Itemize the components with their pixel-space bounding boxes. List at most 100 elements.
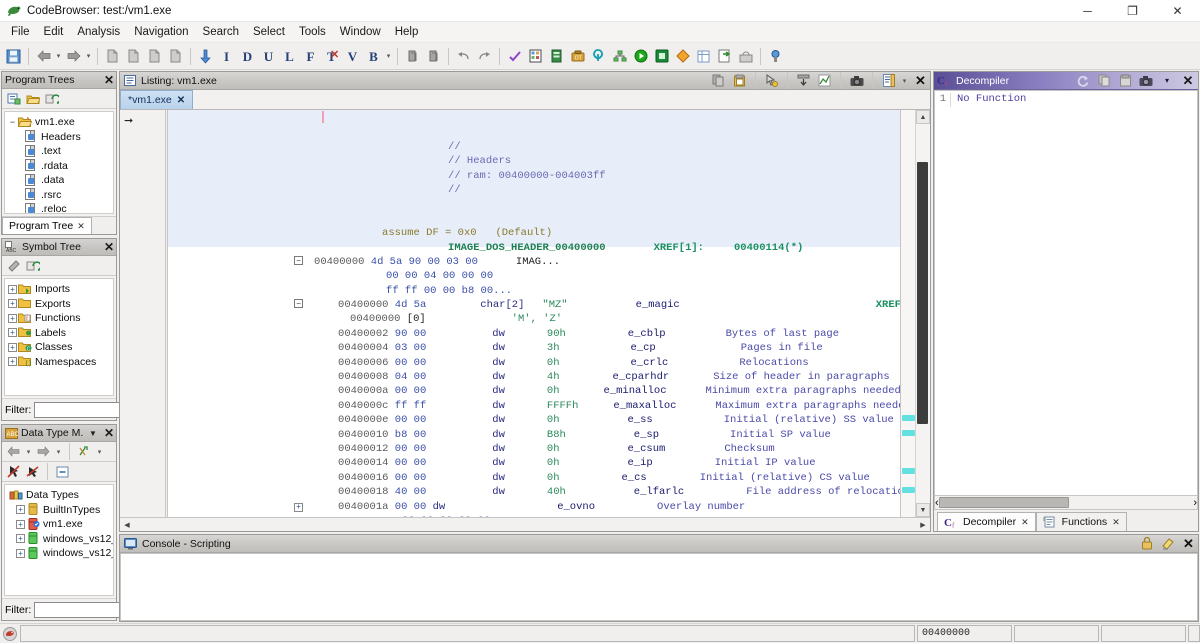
data-type-manager-close-icon[interactable]: ✕ (102, 427, 116, 439)
no-arrays-icon[interactable] (24, 463, 41, 480)
decompiler-menu-dropdown-chevron-down-icon[interactable]: ▾ (1157, 72, 1177, 89)
paste-icon[interactable] (1115, 72, 1135, 89)
menu-search[interactable]: Search (196, 24, 246, 40)
menu-tools[interactable]: Tools (292, 24, 333, 40)
undo-button[interactable] (453, 46, 474, 67)
new-tree-icon[interactable] (5, 90, 22, 107)
tree-item-text[interactable]: .text (5, 144, 113, 159)
create-instruction-button[interactable]: I (216, 46, 237, 67)
tab-decompiler[interactable]: Cf Decompiler ✕ (937, 512, 1036, 531)
diff-nav-icon[interactable] (815, 72, 834, 89)
maximize-button[interactable]: ❐ (1110, 0, 1155, 22)
archive-button[interactable] (735, 46, 756, 67)
paste-icon[interactable] (730, 72, 749, 89)
collapse-icon[interactable] (54, 463, 71, 480)
dt-item-windows-vs12-32[interactable]: + windows_vs12_32 (5, 532, 113, 547)
marker[interactable] (902, 468, 915, 474)
expand-icon[interactable]: + (15, 533, 26, 544)
eraser-icon[interactable] (1158, 535, 1177, 552)
copy-icon[interactable] (1094, 72, 1114, 89)
forward-button[interactable] (63, 46, 84, 67)
bytes-viewer-button[interactable] (546, 46, 567, 67)
symbol-item-exports[interactable]: + Exports (5, 297, 113, 312)
scroll-up-button[interactable]: ▲ (916, 110, 930, 124)
function-graph-button[interactable]: DT (567, 46, 588, 67)
symbol-item-classes[interactable]: + C Classes (5, 340, 113, 355)
no-pointers-icon[interactable] (5, 463, 22, 480)
back-button[interactable] (33, 46, 54, 67)
expand-icon[interactable]: + (7, 298, 18, 309)
listing-close-icon[interactable]: ✕ (911, 72, 930, 89)
cursor-select-icon[interactable] (762, 72, 781, 89)
expand-icon[interactable]: + (7, 356, 18, 367)
tab-close-icon[interactable]: ✕ (1021, 517, 1029, 528)
expand-icon[interactable]: + (7, 284, 18, 295)
rename-icon[interactable] (5, 257, 22, 274)
tree-root-vm1[interactable]: − vm1.exe (5, 115, 113, 130)
redo-button[interactable] (474, 46, 495, 67)
expand-icon[interactable]: + (7, 327, 18, 338)
scroll-thumb[interactable] (917, 162, 928, 424)
program-trees-close-icon[interactable]: ✕ (102, 74, 116, 86)
decompiler-scroll-right-button[interactable]: › (1193, 497, 1197, 509)
menu-file[interactable]: File (4, 24, 37, 40)
tab-program-tree[interactable]: Program Tree ✕ (2, 217, 92, 234)
decompiler-close-icon[interactable]: ✕ (1178, 72, 1198, 89)
listing-vertical-scrollbar[interactable]: ▲ ▼ (916, 110, 930, 517)
open-folder-icon[interactable] (24, 90, 41, 107)
filter-arrows-icon[interactable] (76, 443, 93, 460)
collapse-icon[interactable]: − (7, 117, 18, 128)
select-1-button[interactable] (402, 46, 423, 67)
call-tree-button[interactable] (609, 46, 630, 67)
tab-functions[interactable]: f Functions ✕ (1036, 512, 1127, 531)
decompiler-horizontal-scrollbar[interactable]: ‹ › (935, 495, 1197, 509)
expand-icon[interactable]: + (15, 504, 26, 515)
back-dropdown-chevron-down-icon[interactable]: ▾ (54, 46, 63, 67)
camera-icon[interactable] (1136, 72, 1156, 89)
listing-menu-dropdown-chevron-down-icon[interactable]: ▾ (900, 70, 909, 91)
down-arrow-button[interactable] (195, 46, 216, 67)
symbol-item-functions[interactable]: + f Functions (5, 311, 113, 326)
snapshot-2-button[interactable] (123, 46, 144, 67)
create-data-button[interactable]: D (237, 46, 258, 67)
dt-item-builtintypes[interactable]: + BuiltInTypes (5, 503, 113, 518)
symbol-item-labels[interactable]: + Labels (5, 326, 113, 341)
scroll-left-button[interactable]: ◀ (120, 518, 134, 531)
copy-icon[interactable] (709, 72, 728, 89)
tree-item-reloc[interactable]: .reloc (5, 202, 113, 214)
tree-item-headers[interactable]: Headers (5, 130, 113, 145)
console-output[interactable] (120, 553, 1198, 621)
symbol-tree-view[interactable]: + Imports + Exports + f Functions (4, 278, 114, 396)
scroll-right-button[interactable]: ▶ (916, 518, 930, 531)
dtm-back-dropdown-chevron-down-icon[interactable]: ▾ (24, 441, 33, 462)
tree-item-rdata[interactable]: .rdata (5, 159, 113, 174)
memory-map-button[interactable] (525, 46, 546, 67)
dt-item-windows-vs12-64[interactable]: + windows_vs12_64 (5, 546, 113, 561)
bytes-button[interactable]: B (363, 46, 384, 67)
tab-close-icon[interactable]: ✕ (77, 221, 85, 232)
lock-icon[interactable] (1137, 535, 1156, 552)
menu-help[interactable]: Help (388, 24, 426, 40)
tree-item-data[interactable]: .data (5, 173, 113, 188)
camera-icon[interactable] (847, 72, 866, 89)
diff-button[interactable] (672, 46, 693, 67)
create-label-button[interactable]: L (279, 46, 300, 67)
menu-analysis[interactable]: Analysis (70, 24, 127, 40)
dtm-filter-dropdown-chevron-down-icon[interactable]: ▾ (95, 441, 104, 462)
plugin-button[interactable] (765, 46, 786, 67)
data-types-tree-view[interactable]: Data Types + BuiltInTypes + vm1.exe + (4, 484, 114, 596)
symbol-references-button[interactable] (588, 46, 609, 67)
expand-icon[interactable]: + (15, 548, 26, 559)
expand-icon[interactable]: + (7, 342, 18, 353)
decompiler-scroll-thumb[interactable] (939, 497, 1069, 508)
dt-root-data-types[interactable]: Data Types (5, 488, 113, 503)
dtm-forward-dropdown-chevron-down-icon[interactable]: ▾ (54, 441, 63, 462)
refresh-icon[interactable] (1073, 72, 1093, 89)
tab-close-icon[interactable]: ✕ (1112, 517, 1120, 528)
run-button[interactable] (630, 46, 651, 67)
snapshot-1-button[interactable] (102, 46, 123, 67)
field-header-icon[interactable] (794, 72, 813, 89)
menu-edit[interactable]: Edit (37, 24, 71, 40)
expand-icon[interactable]: + (15, 519, 26, 530)
check-button[interactable] (504, 46, 525, 67)
